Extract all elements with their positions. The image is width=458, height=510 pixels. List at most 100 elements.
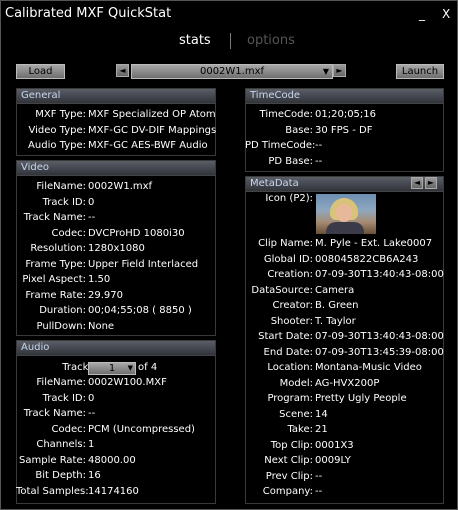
metadata-row: Clip Name: M. Pyle - Ext. Lake0007 (245, 237, 442, 250)
timecode-row-label: PD TimeCode: (245, 140, 316, 151)
general-header: General (17, 89, 215, 104)
video-row-label: PullDown: (36, 320, 86, 332)
tab-stats[interactable]: stats (179, 33, 211, 48)
timecode-header: TimeCode (246, 89, 443, 104)
metadata-row: Top Clip: 0001X3 (245, 439, 442, 452)
minimize-button[interactable]: _ (419, 7, 425, 21)
video-row-value: 0002W1.mxf (88, 181, 153, 192)
video-row-label: Resolution: (30, 243, 86, 254)
general-row-label: Audio Type: (28, 140, 86, 151)
metadata-row: Company: -- (245, 485, 442, 498)
general-row-value: MXF-GC AES-BWF Audio (88, 140, 208, 151)
timecode-row: PD TimeCode: -- (245, 139, 442, 152)
audio-track-select[interactable]: 1 ▼ (88, 362, 136, 375)
metadata-row-label: Creation: (267, 269, 313, 280)
icon-label: Icon (P2): (265, 193, 313, 204)
metadata-row-value: AG-HVX200P (315, 377, 380, 389)
video-row-value: Upper Field Interlaced (88, 258, 199, 270)
general-row: MXF Type: MXF Specialized OP Atom (16, 108, 216, 121)
video-row: Frame Type: Upper Field Interlaced (16, 258, 214, 271)
video-row: Frame Rate: 29.970 (16, 289, 214, 302)
metadata-row-value: -- (315, 470, 323, 482)
metadata-row: DataSource: Camera (245, 284, 442, 297)
audio-row-value: 0002W100.MXF (88, 377, 167, 388)
video-row: PullDown: None (16, 320, 214, 333)
metadata-row-label: Clip Name: (258, 238, 313, 249)
general-row-value: MXF Specialized OP Atom (88, 109, 216, 120)
metadata-row-value: 07-09-30T13:40:43-08:00 (315, 331, 444, 342)
chevron-down-icon: ▼ (127, 364, 133, 372)
timecode-row: PD Base: -- (245, 155, 442, 168)
audio-row-label: Total Samples: (16, 485, 89, 497)
tab-divider (230, 33, 231, 49)
timecode-row-label: Base: (285, 124, 313, 136)
metadata-row-label: Shooter: (270, 315, 313, 327)
icon-row: Icon (P2): (245, 192, 315, 205)
next-file-button[interactable]: ► (333, 64, 346, 77)
metadata-row: Next Clip: 0009LY (245, 454, 442, 467)
audio-row-value: 0 (88, 392, 95, 404)
audio-row-value: 1 (88, 439, 95, 450)
metadata-next-button[interactable]: ► (425, 177, 437, 189)
metadata-row-label: Take: (287, 424, 313, 435)
video-row-value: 1280x1080 (88, 243, 145, 254)
title-bar: Calibrated MXF QuickStat _ X (1, 1, 457, 27)
metadata-row-label: Top Clip: (270, 439, 313, 451)
metadata-row: End Date: 07-09-30T13:45:39-08:00 (245, 346, 444, 359)
prev-file-button[interactable]: ◄ (116, 64, 129, 77)
general-row: Video Type: MXF-GC DV-DIF Mappings (16, 124, 216, 137)
metadata-row-label: Program: (267, 393, 313, 404)
audio-row: Track Name: -- (16, 407, 214, 420)
video-row-value: 29.970 (88, 289, 123, 301)
timecode-row-value: -- (315, 140, 323, 151)
video-row-label: Frame Rate: (25, 289, 86, 301)
video-row-label: Pixel Aspect: (22, 274, 86, 285)
metadata-row: Global ID: 008045822CB6A243 (245, 253, 442, 266)
video-row: Pixel Aspect: 1.50 (16, 273, 214, 286)
audio-row-label: Track ID: (42, 392, 86, 404)
timecode-row-value: -- (315, 155, 323, 167)
launch-button[interactable]: Launch (396, 64, 444, 79)
metadata-prev-button[interactable]: ◄ (411, 177, 423, 189)
metadata-row-value: -- (315, 486, 323, 497)
metadata-row-label: Prev Clip: (265, 470, 313, 482)
audio-row-label: Track Name: (23, 408, 86, 419)
video-header: Video (17, 161, 215, 176)
load-button[interactable]: Load (16, 64, 65, 79)
metadata-row-value: Pretty Ugly People (315, 393, 407, 404)
clip-thumbnail-image (316, 194, 376, 234)
audio-track-count: of 4 (138, 362, 158, 373)
metadata-row-label: Start Date: (258, 331, 313, 342)
metadata-row: Start Date: 07-09-30T13:40:43-08:00 (245, 330, 444, 343)
metadata-row: Shooter: T. Taylor (245, 315, 442, 328)
metadata-row-value: T. Taylor (315, 315, 356, 327)
metadata-row-value: Montana-Music Video (315, 362, 422, 373)
audio-row-label: Channels: (36, 439, 86, 450)
audio-row: FileName: 0002W100.MXF (16, 376, 214, 389)
video-row-value: None (88, 320, 115, 332)
video-row-label: Track Name: (23, 212, 86, 223)
app-window: Calibrated MXF QuickStat _ X stats optio… (0, 0, 458, 510)
general-row-label: Video Type: (28, 124, 86, 136)
audio-row-value: -- (88, 408, 96, 419)
metadata-row-label: Global ID: (263, 253, 313, 265)
video-row-value: 1.50 (88, 274, 111, 285)
metadata-row: Prev Clip: -- (245, 470, 442, 483)
file-select-value: 0002W1.mxf (199, 66, 265, 77)
timecode-row-value: 01;20;05;16 (315, 109, 377, 120)
metadata-row-label: Creator: (272, 300, 314, 311)
file-select[interactable]: 0002W1.mxf ▼ (131, 64, 333, 79)
tab-options[interactable]: options (247, 33, 295, 48)
close-button[interactable]: X (442, 7, 450, 21)
metadata-row-label: DataSource: (251, 284, 313, 296)
audio-row: Sample Rate: 48000.00 (16, 454, 214, 467)
video-row-label: Frame Type: (25, 258, 86, 270)
metadata-row: Location: Montana-Music Video (245, 361, 442, 374)
video-row: FileName: 0002W1.mxf (16, 180, 214, 193)
audio-row-value: PCM (Uncompressed) (88, 423, 195, 435)
metadata-row-label: Location: (267, 362, 313, 373)
window-title: Calibrated MXF QuickStat (5, 6, 172, 21)
audio-row: Total Samples: 14174160 (16, 485, 214, 498)
audio-row: Bit Depth: 16 (16, 469, 214, 482)
video-row-value: 0 (88, 196, 95, 208)
